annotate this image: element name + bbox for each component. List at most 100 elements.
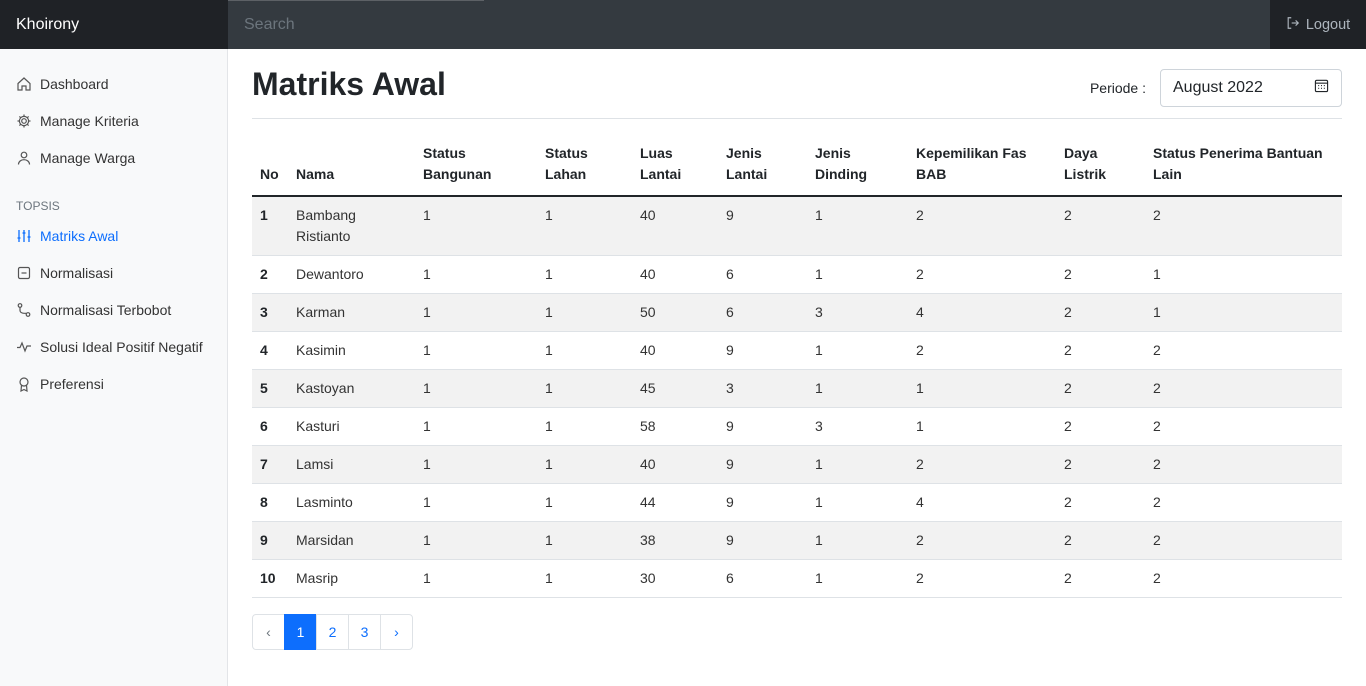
sidebar-item-normalisasi[interactable]: Normalisasi [0,254,227,291]
value-cell: 3 [807,407,908,446]
value-cell: 1 [537,369,632,408]
row-number-cell: 6 [252,407,288,446]
pagination-page-2[interactable]: 2 [316,614,349,650]
table-header-row: No Nama Status Bangunan Status Lahan Luas La… [252,143,1342,197]
search-input[interactable] [228,0,1270,49]
row-number-cell: 2 [252,255,288,294]
value-cell: 1 [415,196,537,256]
value-cell: 1 [537,196,632,256]
sidebar-item-matriks-awal[interactable]: Matriks Awal [0,217,227,254]
value-cell: 9 [718,445,807,484]
column-header: Jenis Lantai [718,143,807,197]
value-cell: 1 [537,407,632,446]
value-cell: 1 [415,369,537,408]
sidebar-item-preferensi[interactable]: Preferensi [0,365,227,402]
value-cell: 1 [908,407,1056,446]
value-cell: 1 [807,196,908,256]
value-cell: 4 [908,483,1056,522]
value-cell: 2 [1145,196,1342,256]
value-cell: 3 [718,369,807,408]
value-cell: 40 [632,255,718,294]
value-cell: 9 [718,521,807,560]
pagination-prev-button[interactable]: ‹ [252,614,285,650]
value-cell: 40 [632,331,718,370]
column-header: Status Lahan [537,143,632,197]
value-cell: 1 [415,521,537,560]
value-cell: 1 [415,445,537,484]
column-header: Status Penerima Bantuan Lain [1145,143,1342,197]
value-cell: 2 [1056,559,1145,598]
sidebar-item-label: Manage Kriteria [40,112,139,129]
value-cell: 1 [537,483,632,522]
periode-filter: Periode : August 2022 [1090,69,1342,107]
brand-logo[interactable]: Khoirony [0,0,228,49]
value-cell: 2 [1056,331,1145,370]
value-cell: 1 [415,559,537,598]
sidebar-item-label: Solusi Ideal Positif Negatif [40,338,203,355]
value-cell: 1 [1145,255,1342,294]
pagination-next-button[interactable]: › [380,614,413,650]
column-header: Daya Listrik [1056,143,1145,197]
value-cell: 44 [632,483,718,522]
periode-value: August 2022 [1173,79,1263,96]
value-cell: 58 [632,407,718,446]
value-cell: 40 [632,196,718,256]
sidebar-item-label: Dashboard [40,75,109,92]
value-cell: 1 [537,255,632,294]
table-row: 8 Lasminto 1 1 44 9 1 4 2 2 [252,483,1342,522]
column-header: Status Bangunan [415,143,537,197]
value-cell: 6 [718,559,807,598]
name-cell: Masrip [288,559,415,598]
value-cell: 2 [908,331,1056,370]
name-cell: Kasturi [288,407,415,446]
value-cell: 1 [807,331,908,370]
sidebar-item-manage-kriteria[interactable]: Manage Kriteria [0,102,227,139]
value-cell: 6 [718,255,807,294]
value-cell: 2 [1056,445,1145,484]
value-cell: 2 [908,445,1056,484]
value-cell: 2 [1056,255,1145,294]
sidebar-item-label: Normalisasi Terbobot [40,301,172,318]
table-row: 2 Dewantoro 1 1 40 6 1 2 2 1 [252,255,1342,294]
value-cell: 9 [718,196,807,256]
name-cell: Karman [288,293,415,332]
row-number-cell: 7 [252,445,288,484]
sidebar-item-solusi-ideal[interactable]: Solusi Ideal Positif Negatif [0,328,227,365]
value-cell: 1 [415,407,537,446]
value-cell: 1 [415,331,537,370]
calendar-icon[interactable] [1314,78,1329,98]
value-cell: 1 [537,559,632,598]
name-cell: Lasminto [288,483,415,522]
pagination: ‹ 1 2 3 › [252,614,1342,650]
value-cell: 1 [537,445,632,484]
column-header: Jenis Dinding [807,143,908,197]
logout-label: Logout [1305,16,1351,33]
pagination-page-1[interactable]: 1 [284,614,317,650]
sidebar-item-manage-warga[interactable]: Manage Warga [0,139,227,176]
matrix-table: No Nama Status Bangunan Status Lahan Luas La… [252,143,1342,598]
sidebar-item-normalisasi-terbobot[interactable]: Normalisasi Terbobot [0,291,227,328]
row-number-cell: 3 [252,293,288,332]
logout-button[interactable]: Logout [1270,0,1366,49]
value-cell: 2 [1145,521,1342,560]
value-cell: 2 [1145,559,1342,598]
sidebar-item-label: Preferensi [40,375,104,392]
value-cell: 2 [908,559,1056,598]
page-header: Matriks Awal Periode : August 2022 [252,49,1342,119]
name-cell: Bambang Ristianto [288,196,415,256]
name-cell: Lamsi [288,445,415,484]
table-row: 7 Lamsi 1 1 40 9 1 2 2 2 [252,445,1342,484]
name-cell: Kastoyan [288,369,415,408]
value-cell: 2 [1056,407,1145,446]
pagination-page-3[interactable]: 3 [348,614,381,650]
sidebar-item-label: Normalisasi [40,264,114,281]
periode-month-input[interactable]: August 2022 [1160,69,1342,107]
column-header: Luas Lantai [632,143,718,197]
sidebar-item-dashboard[interactable]: Dashboard [0,65,227,102]
table-body: 1 Bambang Ristianto 1 1 40 9 1 2 2 2 2 Dewantoro 1 1 4… [252,196,1342,598]
row-number-cell: 4 [252,331,288,370]
value-cell: 9 [718,407,807,446]
logout-icon [1286,16,1300,34]
table-row: 5 Kastoyan 1 1 45 3 1 1 2 2 [252,369,1342,408]
person-icon [16,150,32,166]
